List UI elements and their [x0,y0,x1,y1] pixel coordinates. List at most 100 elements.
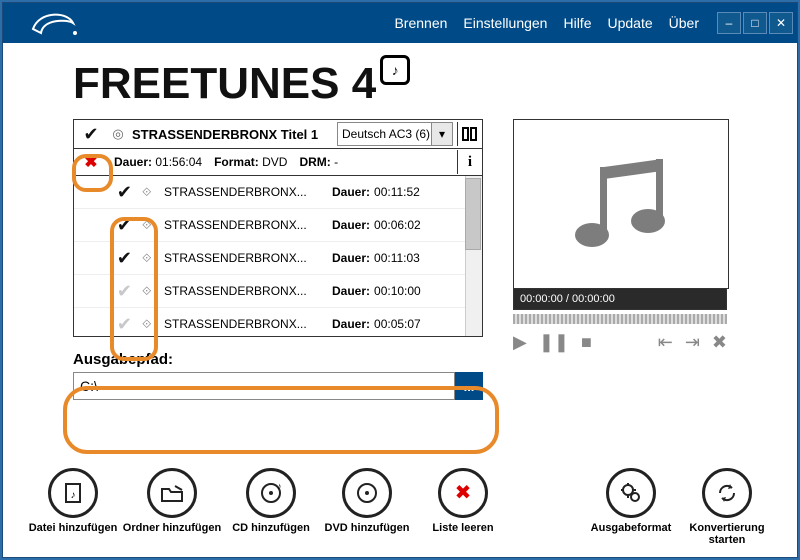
clear-icon: ✖ [438,468,488,518]
duration-label: Dauer: [332,251,374,265]
seek-bar[interactable] [513,314,727,324]
info-button[interactable]: i [457,150,482,174]
window-controls: – □ ✕ [715,12,793,34]
add-cd-button[interactable]: ♪ CD hinzufügen [223,468,319,535]
track-duration: 00:11:52 [374,185,420,199]
track-checkbox[interactable]: ✔ [74,314,142,335]
track-checkbox[interactable]: ✔ [74,248,142,269]
source-list: ✔ ◎ STRASSENDERBRONX Titel 1 Deutsch AC3… [73,119,483,400]
track-row[interactable]: ✔ ⟐ STRASSENDERBRONX... Dauer: 00:11:52 [74,176,482,209]
tool-label: Liste leeren [432,522,493,535]
mark-out-button[interactable]: ⇥ [685,332,700,353]
vendor-logo [7,3,99,43]
tag-icon: ⟐ [142,284,164,299]
track-name: STRASSENDERBRONX... [164,218,332,232]
disc-icon: ◎ [108,126,128,142]
tool-label: Konvertierung starten [689,522,764,547]
play-button[interactable]: ▶ [513,332,527,353]
minimize-button[interactable]: – [717,12,741,34]
preview-panel: 00:00:00 / 00:00:00 ▶ ❚❚ ■ ⇤ ⇥ ✖ [513,119,727,400]
clear-marks-button[interactable]: ✖ [712,332,727,353]
add-dvd-button[interactable]: DVD hinzufügen [319,468,415,535]
duration-label: Dauer: [332,284,374,298]
refresh-icon [702,468,752,518]
track-name: STRASSENDERBRONX... [164,251,332,265]
output-path-input[interactable]: C:\ [73,372,455,400]
track-checkbox[interactable]: ✔ [74,182,142,203]
tool-label: Ausgabeformat [591,522,672,535]
tool-label: Datei hinzufügen [29,522,118,535]
svg-text:♪: ♪ [277,481,282,491]
tag-icon: ⟐ [142,317,164,332]
output-path-label: Ausgabepfad: [73,351,483,368]
stop-button[interactable]: ■ [581,332,592,353]
track-name: STRASSENDERBRONX... [164,284,332,298]
format-cell: Format: DVD [208,155,293,169]
source-header: ✔ ◎ STRASSENDERBRONX Titel 1 Deutsch AC3… [73,119,483,149]
clear-list-button[interactable]: ✖ Liste leeren [415,468,511,535]
menu-hilfe[interactable]: Hilfe [555,15,599,31]
track-duration: 00:11:03 [374,251,420,265]
menu-uber[interactable]: Über [661,15,707,31]
menu-einstellungen[interactable]: Einstellungen [455,15,555,31]
track-row[interactable]: ✔ ⟐ STRASSENDERBRONX... Dauer: 00:05:07 [74,308,482,337]
pause-button[interactable]: ❚❚ [539,332,569,353]
columns-button[interactable] [457,122,482,146]
tool-label: DVD hinzufügen [325,522,410,535]
menu-brennen[interactable]: Brennen [386,15,455,31]
track-duration: 00:06:02 [374,218,421,232]
track-row[interactable]: ✔ ⟐ STRASSENDERBRONX... Dauer: 00:10:00 [74,275,482,308]
bottom-toolbar: ♪ Datei hinzufügen Ordner hinzufügen ♪ C… [3,468,797,547]
audio-track-value: Deutsch AC3 (6) [342,127,430,141]
music-note-icon: ♪ [380,55,410,85]
mark-in-button[interactable]: ⇤ [658,332,673,353]
track-name: STRASSENDERBRONX... [164,317,332,331]
maximize-button[interactable]: □ [743,12,767,34]
duration-label: Dauer: [332,317,374,331]
preview-image [513,119,729,289]
duration-label: Dauer: [332,218,374,232]
remove-source-button[interactable]: ✖ [74,152,108,172]
music-placeholder-icon [556,149,686,259]
cd-icon: ♪ [246,468,296,518]
track-row[interactable]: ✔ ⟐ STRASSENDERBRONX... Dauer: 00:11:03 [74,242,482,275]
svg-text:♪: ♪ [71,490,76,501]
add-folder-button[interactable]: Ordner hinzufügen [121,468,223,535]
track-list: ✔ ⟐ STRASSENDERBRONX... Dauer: 00:11:52 … [73,176,483,337]
player-controls: ▶ ❚❚ ■ ⇤ ⇥ ✖ [513,332,727,353]
tag-icon: ⟐ [142,218,164,233]
track-name: STRASSENDERBRONX... [164,185,332,199]
source-info: ✖ Dauer: 01:56:04 Format: DVD DRM: - i [73,149,483,176]
start-conversion-button[interactable]: Konvertierung starten [679,468,775,547]
tool-label: Ordner hinzufügen [123,522,221,535]
track-duration: 00:10:00 [374,284,421,298]
tag-icon: ⟐ [142,185,164,200]
dvd-icon [342,468,392,518]
browse-button[interactable]: ... [455,372,483,400]
source-title: STRASSENDERBRONX Titel 1 [128,127,337,142]
folder-icon [147,468,197,518]
audio-track-select[interactable]: Deutsch AC3 (6) ▾ [337,122,453,146]
file-music-icon: ♪ [48,468,98,518]
dropdown-icon: ▾ [431,123,452,145]
close-button[interactable]: ✕ [769,12,793,34]
menu-update[interactable]: Update [599,15,660,31]
track-row[interactable]: ✔ ⟐ STRASSENDERBRONX... Dauer: 00:06:02 [74,209,482,242]
tag-icon: ⟐ [142,251,164,266]
track-checkbox[interactable]: ✔ [74,281,142,302]
duration-label: Dauer: [332,185,374,199]
track-duration: 00:05:07 [374,317,421,331]
add-file-button[interactable]: ♪ Datei hinzufügen [25,468,121,535]
select-all-checkbox[interactable]: ✔ [74,124,108,145]
app-window: Brennen Einstellungen Hilfe Update Über … [3,3,797,557]
menubar: Brennen Einstellungen Hilfe Update Über [386,15,707,31]
output-format-button[interactable]: Ausgabeformat [583,468,679,535]
duration-cell: Dauer: 01:56:04 [108,155,208,169]
titlebar: Brennen Einstellungen Hilfe Update Über … [3,3,797,43]
track-checkbox[interactable]: ✔ [74,215,142,236]
app-title-text: FREETUNES 4 [73,59,376,109]
gear-icon [606,468,656,518]
tool-label: CD hinzufügen [232,522,310,535]
content: FREETUNES 4 ♪ ✔ ◎ STRASSENDERBRONX Titel… [3,59,797,400]
track-scrollbar[interactable] [465,176,482,336]
